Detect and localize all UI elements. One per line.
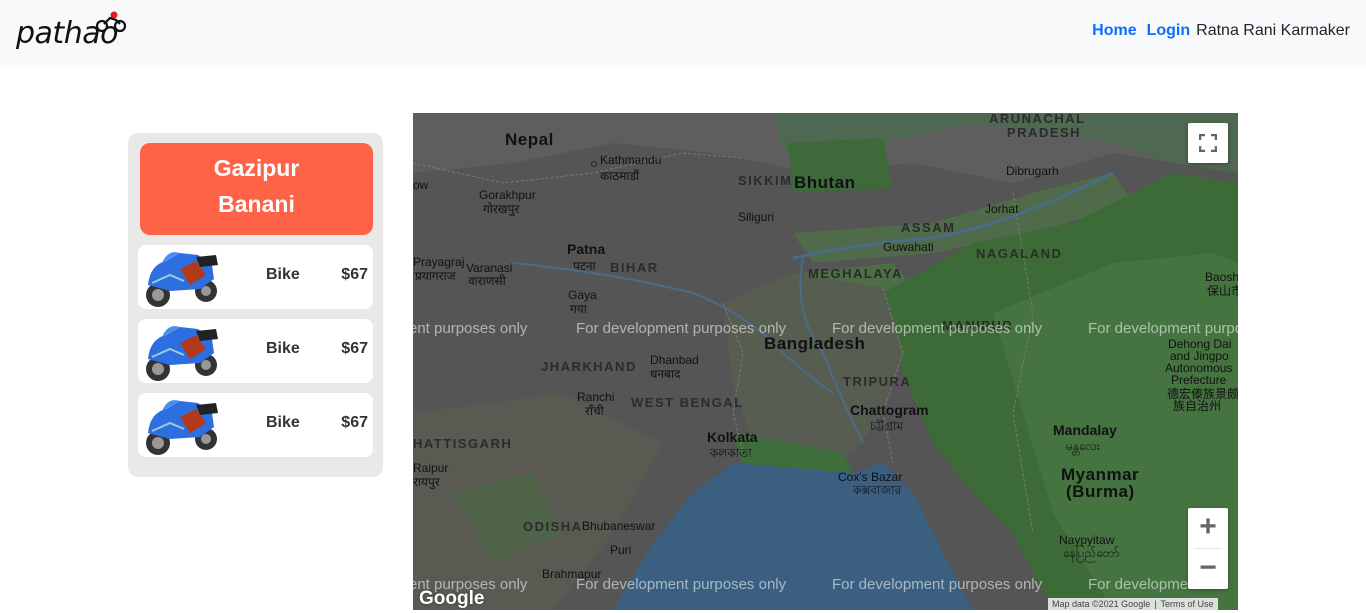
map-data-text: Map data ©2021 Google [1052,599,1151,609]
ride-option[interactable]: Bike $67 [138,393,373,457]
top-navbar: pathao Home Login Ratna Rani Karmaker [0,0,1366,65]
map-label-nepal: Nepal [505,130,554,149]
city-dot [591,161,597,167]
map-label-edge: ow [413,178,429,192]
map-label-burma: (Burma) [1066,482,1135,501]
nav-login-link[interactable]: Login [1147,22,1191,40]
map-label-prayagraj-local: प्रयागराज [415,269,456,283]
dev-watermark: ent purposes only [413,320,528,337]
map-label-assam: ASSAM [901,220,956,235]
ride-type: Bike [266,340,300,357]
route-to: Banani [218,191,295,217]
map-label-tripura: TRIPURA [843,374,912,389]
map-label-dhanbad-local: धनबाद [650,367,681,381]
footer-separator: | [1154,599,1157,609]
nav-links: Home Login Ratna Rani Karmaker [1092,22,1350,40]
motorbike-icon [146,326,218,381]
ride-options-panel: Gazipur Banani Bike $67 Bike $67 Bike $6… [128,133,383,477]
dev-watermark: For development purpo [1088,320,1238,337]
nav-home-link[interactable]: Home [1092,22,1136,40]
map-label-dehong-6: 族自治州 [1173,399,1222,413]
map-label-dibrugarh: Dibrugarh [1006,164,1059,178]
map-label-patna-local: पटना [573,259,596,273]
ride-price: $67 [341,340,368,357]
dev-watermark: For development purposes only [832,320,1043,337]
map-label-chattogram: Chattogram [850,402,929,418]
map-label-jharkhand: JHARKHAND [541,359,637,374]
map-label-jorhat: Jorhat [985,202,1019,216]
pathao-logo[interactable]: pathao [14,10,130,54]
map-label-kolkata: Kolkata [707,429,758,445]
ride-price: $67 [341,414,368,431]
dev-watermark: For development purposes only [576,576,787,593]
map-label-guwahati: Guwahati [883,240,934,254]
map-label-kolkata-local: কলকাতা [710,446,752,460]
map-label-patna: Patna [567,241,606,257]
zoom-controls: + − [1188,508,1228,589]
map-label-gorakhpur-local: गोरखपुर [483,202,520,216]
map-label-gaya-local: गया [570,302,587,316]
map-label-nagaland: NAGALAND [976,246,1063,261]
map-label-odisha: ODISHA [523,519,583,534]
fullscreen-icon [1199,134,1217,152]
map-label-baosha-local: 保山市 [1207,284,1238,298]
map-label-west-bengal: WEST BENGAL [631,395,744,410]
map-label-bhubaneswar: Bhubaneswar [582,519,656,533]
map-label-puri: Puri [610,543,632,557]
map-label-kathmandu: Kathmandu [600,153,662,167]
map-attribution: Map data ©2021 Google | Terms of Use [1048,598,1218,610]
map-label-kathmandu-local: काठमाडौं [600,169,640,183]
ride-price: $67 [341,266,368,283]
dev-watermark: For development purposes only [576,320,787,337]
map-label-coxs-bazar-local: কক্সবাজার [853,483,902,497]
map-label-chhattisgarh: HATTISGARH [413,436,513,451]
zoom-out-button[interactable]: − [1188,549,1228,589]
map-label-siliguri: Siliguri [738,210,775,224]
motorbike-icon [146,252,218,307]
map-label-mandalay-local: မန္တလေး [1066,439,1100,453]
fullscreen-button[interactable] [1188,123,1228,163]
map-label-ranchi-local: राँची [585,404,604,418]
ride-type: Bike [266,414,300,431]
map-label-bhutan: Bhutan [794,173,856,192]
map-label-bangladesh: Bangladesh [764,334,866,353]
map-label-bihar: BIHAR [610,260,659,275]
route-from: Gazipur [213,155,300,181]
map-label-sikkim: SIKKIM [738,173,793,188]
map-label-mandalay: Mandalay [1053,422,1117,438]
map-label-meghalaya: MEGHALAYA [808,266,903,281]
map-label-varanasi-local: वाराणसी [468,274,506,288]
google-logo[interactable]: Google [419,588,484,610]
ride-option[interactable]: Bike $67 [138,319,373,383]
ride-option[interactable]: Bike $67 [138,245,373,309]
google-map[interactable]: Nepal Bhutan Bangladesh Myanmar (Burma) … [413,113,1238,610]
motorbike-icon [146,400,218,455]
map-label-chattogram-local: চট্টগ্রাম [870,419,904,433]
map-label-naypyitaw-local: နေပြည်တော် [1063,546,1120,560]
dev-watermark: For development purposes only [832,576,1043,593]
map-label-raipur-local: रायपुर [413,475,440,489]
terms-link[interactable]: Terms of Use [1161,599,1214,609]
ride-type: Bike [266,266,300,283]
route-card: Gazipur Banani [140,143,373,235]
zoom-in-button[interactable]: + [1188,508,1228,548]
map-label-pradesh: PRADESH [1007,125,1082,140]
dev-watermark: For developme [1088,576,1189,593]
cyclist-icon [95,11,127,33]
user-name: Ratna Rani Karmaker [1196,22,1350,39]
